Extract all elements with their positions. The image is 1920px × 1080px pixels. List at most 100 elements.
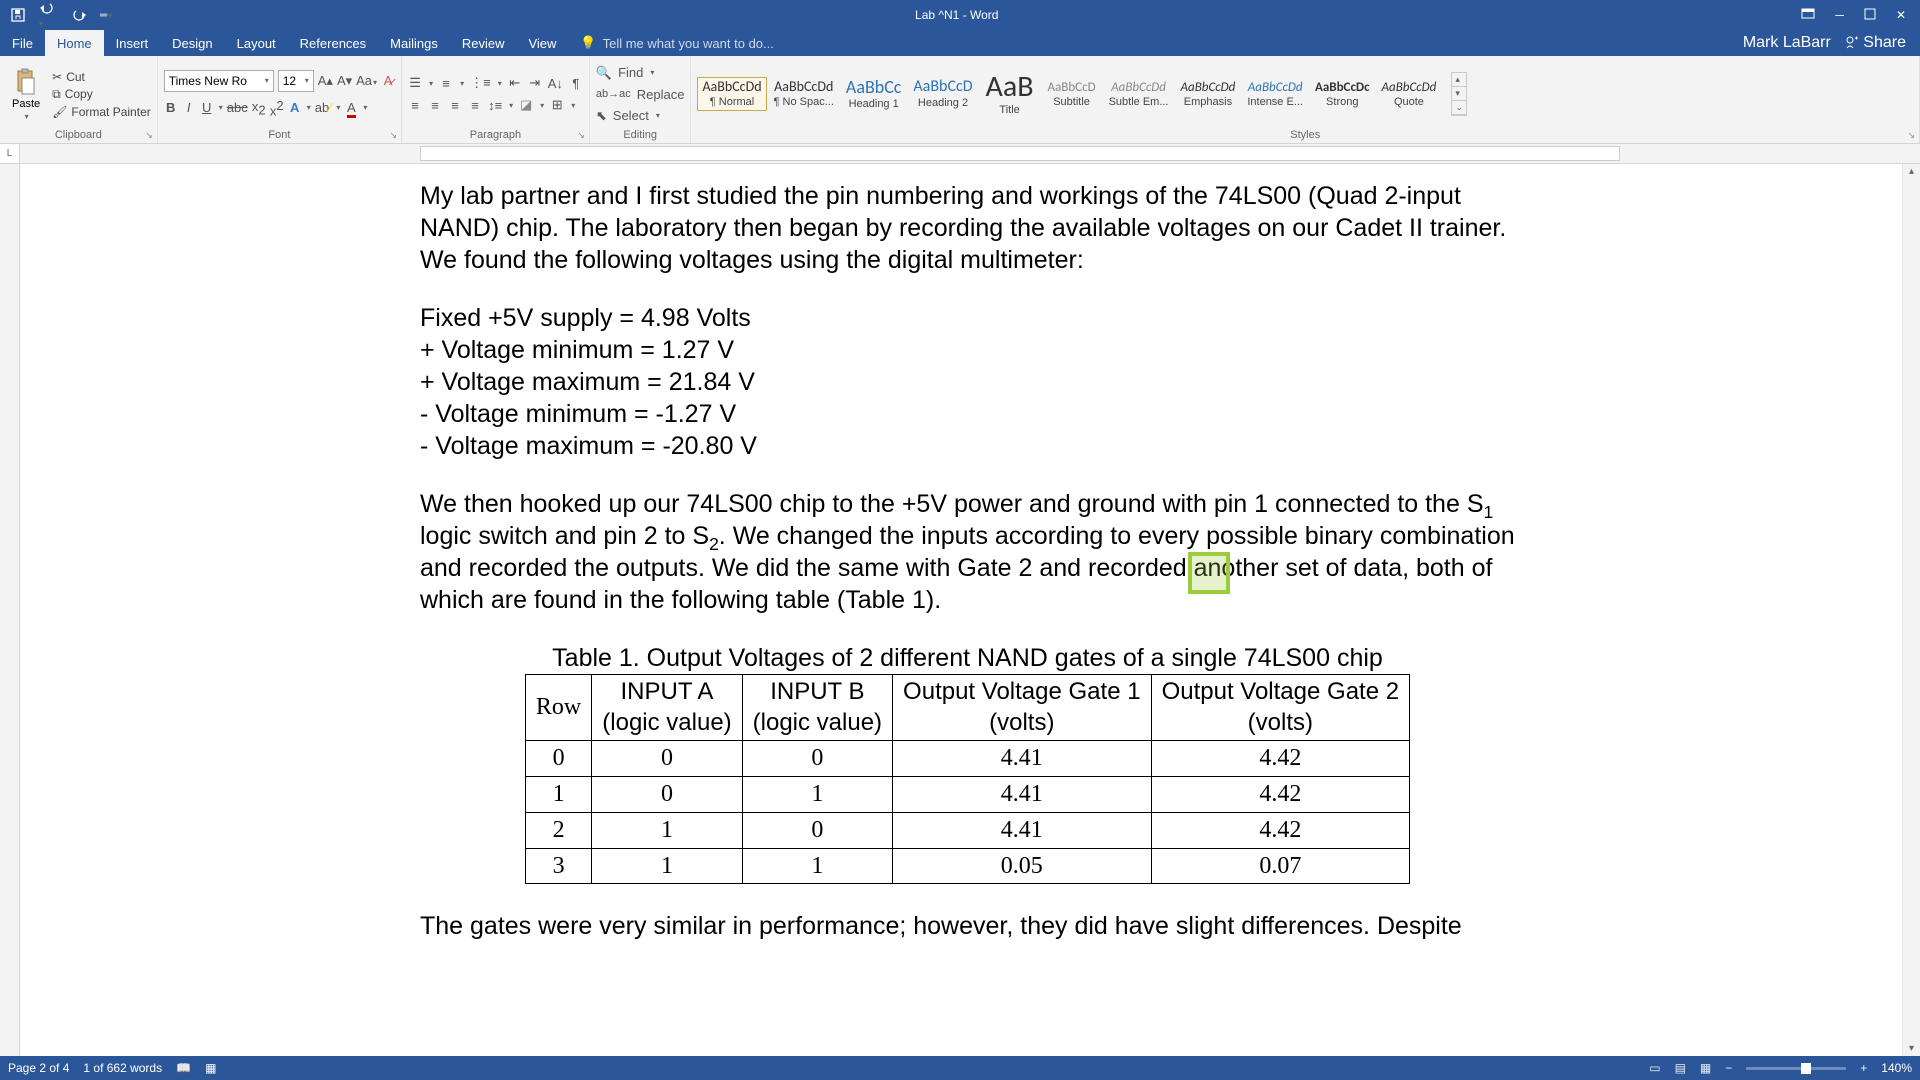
line-spacing-button[interactable]: ↕≡: [488, 98, 502, 113]
style-item[interactable]: AaBbCcHeading 1: [841, 75, 907, 113]
superscript-button[interactable]: x2: [270, 98, 284, 118]
borders-button[interactable]: ⊞: [550, 97, 564, 113]
style-item[interactable]: AaBbCcDdQuote: [1377, 78, 1442, 111]
paintbrush-icon: 🖌: [52, 105, 67, 119]
copy-button[interactable]: ⧉Copy: [52, 87, 151, 102]
sort-button[interactable]: A↓: [548, 76, 563, 91]
styles-expand[interactable]: ▴▾⌄: [1451, 72, 1467, 116]
style-item[interactable]: AaBbCcDHeading 2: [908, 76, 977, 112]
close-button[interactable]: ✕: [1896, 8, 1906, 22]
increase-indent-button[interactable]: ⇥: [528, 75, 542, 91]
decrease-indent-button[interactable]: ⇤: [508, 75, 522, 91]
zoom-in-button[interactable]: +: [1860, 1061, 1867, 1075]
change-case-button[interactable]: Aa▾: [356, 73, 377, 88]
zoom-slider[interactable]: [1746, 1067, 1846, 1070]
group-font: Times New Ro▾ 12▾ A▴ A▾ Aa▾ A̷ B I U▾ ab…: [158, 56, 402, 143]
read-mode-icon[interactable]: ▭: [1649, 1061, 1660, 1075]
cut-button[interactable]: ✂Cut: [52, 70, 151, 84]
dialog-launcher-icon[interactable]: ↘: [145, 130, 153, 141]
share-button[interactable]: Share: [1845, 34, 1906, 52]
grow-font-button[interactable]: A▴: [318, 73, 333, 89]
tab-references[interactable]: References: [288, 30, 378, 56]
format-painter-button[interactable]: 🖌Format Painter: [52, 105, 151, 119]
font-size-combo[interactable]: 12▾: [278, 70, 314, 92]
horizontal-ruler[interactable]: L: [0, 144, 1920, 164]
undo-button[interactable]: ▾: [38, 1, 60, 29]
zoom-out-button[interactable]: −: [1725, 1061, 1732, 1075]
tab-design[interactable]: Design: [160, 30, 224, 56]
paste-button[interactable]: Paste▾: [6, 66, 46, 123]
align-left-button[interactable]: ≡: [408, 98, 422, 113]
show-marks-button[interactable]: ¶: [569, 76, 583, 91]
print-layout-icon[interactable]: ▤: [1675, 1061, 1686, 1075]
minimize-button[interactable]: ─: [1835, 8, 1844, 22]
vertical-scrollbar[interactable]: ▴ ▾: [1902, 164, 1920, 1056]
italic-button[interactable]: I: [182, 100, 196, 115]
status-bar: Page 2 of 4 1 of 662 words 📖 ▦ ▭ ▤ ▦ − +…: [0, 1056, 1920, 1080]
user-name[interactable]: Mark LaBarr: [1743, 34, 1831, 52]
dialog-launcher-icon[interactable]: ↘: [390, 130, 398, 141]
align-right-button[interactable]: ≡: [448, 98, 462, 113]
shrink-font-button[interactable]: A▾: [337, 73, 352, 89]
scroll-down-icon[interactable]: ▾: [1907, 1041, 1916, 1056]
tab-file[interactable]: File: [0, 30, 45, 56]
number-list-button[interactable]: ≡: [439, 76, 453, 91]
tab-review[interactable]: Review: [450, 30, 517, 56]
tab-mailings[interactable]: Mailings: [378, 30, 450, 56]
font-color-button[interactable]: A: [344, 100, 358, 115]
align-center-button[interactable]: ≡: [428, 98, 442, 113]
underline-button[interactable]: U: [200, 100, 214, 115]
style-item[interactable]: AaBbCcDSubtitle: [1042, 78, 1102, 111]
tab-view[interactable]: View: [516, 30, 568, 56]
maximize-button[interactable]: [1864, 8, 1876, 22]
tab-layout[interactable]: Layout: [225, 30, 288, 56]
group-paragraph: ☰▾ ≡▾ ⋮≡▾ ⇤ ⇥ A↓ ¶ ≡ ≡ ≡ ≡ ↕≡▾ ◪▾ ⊞▾: [402, 56, 590, 143]
bold-button[interactable]: B: [164, 100, 178, 115]
strikethrough-button[interactable]: abc: [227, 100, 248, 115]
style-item[interactable]: AaBbCcDd¶ No Spac...: [769, 77, 839, 111]
table-row: 2104.414.42: [525, 812, 1409, 848]
zoom-level[interactable]: 140%: [1881, 1061, 1912, 1075]
text-effects-button[interactable]: A: [288, 100, 302, 115]
style-item[interactable]: AaBbCcDd¶ Normal: [697, 77, 766, 111]
subscript-button[interactable]: x2: [252, 99, 266, 118]
font-name-combo[interactable]: Times New Ro▾: [164, 70, 274, 92]
dialog-launcher-icon[interactable]: ↘: [577, 130, 585, 141]
tell-me-search[interactable]: 💡Tell me what you want to do...: [568, 30, 1742, 56]
dialog-launcher-icon[interactable]: ↘: [1907, 130, 1915, 141]
shading-button[interactable]: ◪: [519, 97, 533, 113]
redo-button[interactable]: [72, 8, 88, 22]
body-text: Fixed +5V supply = 4.98 Volts: [420, 302, 1515, 334]
spellcheck-icon[interactable]: 📖: [176, 1061, 191, 1075]
tab-insert[interactable]: Insert: [104, 30, 161, 56]
save-icon[interactable]: [10, 7, 26, 23]
multilevel-list-button[interactable]: ⋮≡: [470, 75, 491, 91]
style-gallery[interactable]: AaBbCcDd¶ NormalAaBbCcDd¶ No Spac...AaBb…: [697, 69, 1441, 119]
tab-home[interactable]: Home: [45, 30, 104, 56]
ribbon: Paste▾ ✂Cut ⧉Copy 🖌Format Painter Clipbo…: [0, 56, 1920, 144]
justify-button[interactable]: ≡: [468, 98, 482, 113]
style-item[interactable]: AaBbCcDdIntense E...: [1242, 78, 1308, 111]
replace-button[interactable]: ab→acReplace: [596, 87, 685, 102]
style-item[interactable]: AaBbCcDdEmphasis: [1176, 78, 1241, 111]
word-count[interactable]: 1 of 662 words: [83, 1061, 162, 1075]
highlight-button[interactable]: ab⁄: [315, 100, 332, 115]
macro-icon[interactable]: ▦: [205, 1061, 216, 1075]
ribbon-display-icon[interactable]: [1801, 8, 1815, 22]
find-button[interactable]: 🔍Find▾: [596, 65, 685, 81]
scissors-icon: ✂: [52, 70, 62, 84]
document-viewport[interactable]: My lab partner and I first studied the p…: [20, 164, 1902, 1056]
style-item[interactable]: AaBTitle: [980, 69, 1040, 119]
web-layout-icon[interactable]: ▦: [1700, 1061, 1711, 1075]
select-button[interactable]: ⬉Select▾: [596, 108, 685, 124]
page-indicator[interactable]: Page 2 of 4: [8, 1061, 69, 1075]
style-item[interactable]: AaBbCcDdSubtle Em...: [1104, 78, 1174, 111]
scroll-up-icon[interactable]: ▴: [1907, 164, 1916, 179]
clear-formatting-button[interactable]: A̷: [381, 73, 395, 88]
bullet-list-button[interactable]: ☰: [408, 75, 422, 91]
tab-selector[interactable]: L: [0, 144, 20, 163]
body-text: The gates were very similar in performan…: [420, 910, 1515, 942]
vertical-ruler[interactable]: [0, 164, 20, 1056]
style-item[interactable]: AaBbCcDcStrong: [1310, 78, 1375, 111]
qat-customize-button[interactable]: ═▾: [100, 10, 112, 21]
